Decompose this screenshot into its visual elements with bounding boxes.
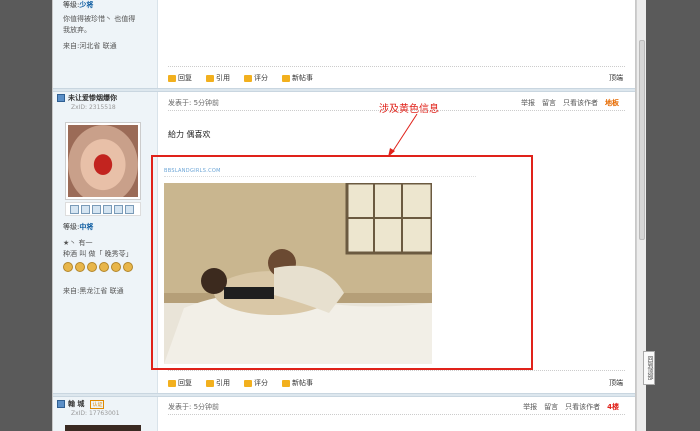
new-post-icon [282, 379, 290, 387]
album-icon[interactable] [114, 204, 123, 214]
next-floor-label[interactable]: 4楼 [607, 402, 619, 412]
medal-icon [63, 262, 73, 272]
next-post-actions: 举报 留言 只看该作者 4楼 [523, 402, 619, 412]
leave-message-link[interactable]: 留言 [542, 98, 556, 108]
post-user-header: 未让爱惨烟爆你 [57, 93, 117, 103]
medal-icon [75, 262, 85, 272]
prev-post-sidebar: 等级:少将 你值得被珍惜丶 也值得 我放弃。 来自:河北省 联通 [53, 0, 158, 88]
top-link[interactable]: 顶端 [609, 73, 623, 83]
post-time: 发表于: 5分钟前 [168, 99, 220, 107]
verified-badge: 认证 [90, 399, 105, 409]
only-author-link[interactable]: 只看该作者 [565, 402, 600, 412]
reply-button[interactable]: 回复 [168, 73, 192, 83]
reply-button[interactable]: 回复 [168, 378, 192, 388]
username[interactable]: 未让爱惨烟爆你 [68, 93, 117, 103]
medal-icon [87, 262, 97, 272]
post-toolbar: 回复 引用 评分 新帖事 [168, 378, 313, 388]
quote-button[interactable]: 引用 [206, 73, 230, 83]
add-friend-icon[interactable] [81, 204, 90, 214]
next-avatar[interactable] [65, 425, 141, 431]
user-bio-line2: 种酒 叫 做「 晚秀苓」 [63, 250, 133, 258]
rate-icon [244, 379, 252, 387]
rate-icon [244, 74, 252, 82]
rate-button[interactable]: 评分 [244, 378, 268, 388]
top-link[interactable]: 顶端 [609, 378, 623, 388]
prev-location: 来自:河北省 联通 [63, 42, 117, 50]
next-user-id: ZxID: 17763001 [71, 410, 120, 417]
medal-icon [111, 262, 121, 272]
rate-button[interactable]: 评分 [244, 73, 268, 83]
user-location: 来自:黑龙江省 联通 [63, 287, 124, 295]
prev-signature-line1: 你值得被珍惜丶 也值得 [63, 15, 136, 23]
annotation-arrow [388, 113, 418, 157]
reply-icon [168, 74, 176, 82]
medal-icon [99, 262, 109, 272]
next-post-main: 发表于: 5分钟前 举报 留言 只看该作者 4楼 [158, 397, 635, 431]
prev-level: 等级:少将 [63, 1, 94, 9]
highlight-box [151, 155, 533, 370]
scrollbar-thumb[interactable] [639, 40, 645, 240]
user-action-icons [65, 202, 141, 216]
message-icon[interactable] [70, 204, 79, 214]
user-icon [57, 400, 65, 408]
medal-icon [123, 262, 133, 272]
blog-icon[interactable] [103, 204, 112, 214]
floor-label[interactable]: 地板 [605, 98, 619, 108]
leave-message-link[interactable]: 留言 [544, 402, 558, 412]
user-id: ZxID: 2315518 [71, 104, 116, 111]
user-icon [57, 94, 65, 102]
new-post-button[interactable]: 新帖事 [282, 378, 313, 388]
quote-button[interactable]: 引用 [206, 378, 230, 388]
next-user-header: 翰 城 认证 [57, 399, 105, 409]
profile-icon[interactable] [92, 204, 101, 214]
reply-icon [168, 379, 176, 387]
next-post-sidebar: 翰 城 认证 ZxID: 17763001 [53, 397, 158, 431]
avatar-image [68, 125, 138, 197]
back-to-top-tab[interactable]: 回到顶部 [643, 351, 655, 385]
new-post-button[interactable]: 新帖事 [282, 73, 313, 83]
new-post-icon [282, 74, 290, 82]
prev-signature-line2: 我放弃。 [63, 26, 91, 34]
qq-icon[interactable] [125, 204, 134, 214]
prev-post-toolbar: 回复 引用 评分 新帖事 [168, 73, 313, 83]
user-level: 等级:中将 [63, 223, 94, 231]
report-link[interactable]: 举报 [521, 98, 535, 108]
avatar[interactable] [65, 122, 141, 200]
report-link[interactable]: 举报 [523, 402, 537, 412]
post-actions: 举报 留言 只看该作者 地板 [521, 98, 619, 108]
next-post-time: 发表于: 5分钟前 [168, 403, 220, 411]
next-username[interactable]: 翰 城 [68, 399, 84, 409]
only-author-link[interactable]: 只看该作者 [563, 98, 598, 108]
prev-post-main: 回复 引用 评分 新帖事 顶端 [158, 0, 635, 88]
user-bio-line1: ★丶 有一 [63, 239, 93, 247]
quote-icon [206, 379, 214, 387]
post-message: 給力 偶喜欢 [168, 130, 211, 139]
medal-row [63, 262, 133, 272]
quote-icon [206, 74, 214, 82]
